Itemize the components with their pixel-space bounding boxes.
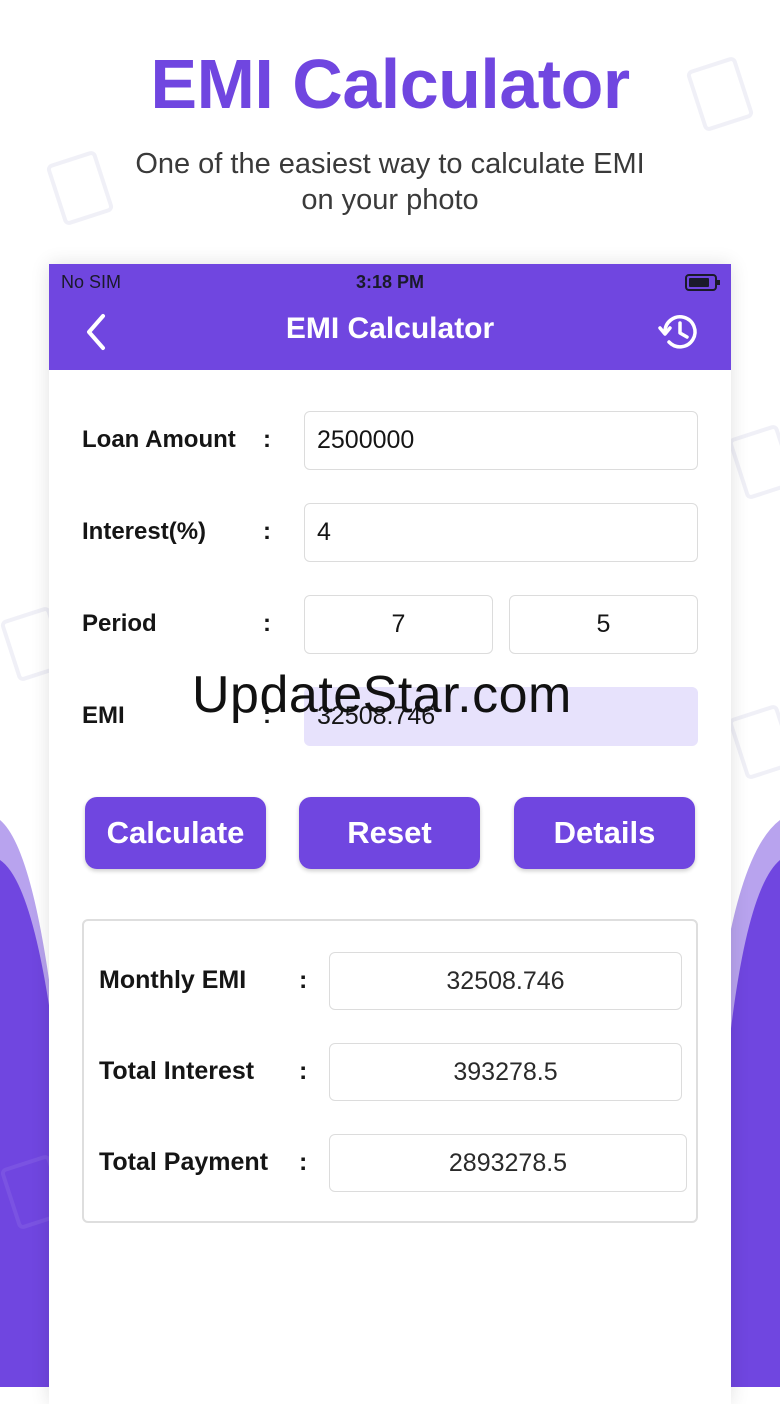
screen-title: EMI Calculator xyxy=(285,312,495,345)
promo-title: EMI Calculator xyxy=(150,45,630,123)
total-payment-colon: : xyxy=(299,1148,308,1176)
interest-input[interactable]: 4 xyxy=(304,503,698,562)
history-icon xyxy=(658,315,697,349)
period-years-input[interactable]: 7 xyxy=(304,595,493,654)
emi-label: EMI xyxy=(82,702,125,729)
total-interest-label: Total Interest xyxy=(99,1057,255,1085)
details-button[interactable]: Details xyxy=(514,797,695,869)
monthly-emi-colon: : xyxy=(299,966,308,994)
loan-amount-label: Loan Amount xyxy=(82,426,236,453)
monthly-emi-value: 32508.746 xyxy=(329,952,682,1010)
app-bar: No SIM 3:18 PM EMI Calculator xyxy=(49,264,731,370)
status-time: 3:18 PM xyxy=(355,272,425,292)
loan-amount-colon: : xyxy=(263,426,271,453)
interest-colon: : xyxy=(263,518,271,545)
total-payment-label: Total Payment xyxy=(99,1148,269,1176)
total-interest-colon: : xyxy=(299,1057,308,1085)
battery-icon xyxy=(685,274,720,291)
period-colon: : xyxy=(263,610,271,637)
phone-screen: No SIM 3:18 PM EMI Calculator Loan Amoun… xyxy=(49,264,731,1404)
loan-amount-input[interactable]: 2500000 xyxy=(304,411,698,470)
total-interest-value: 393278.5 xyxy=(329,1043,682,1101)
monthly-emi-label: Monthly EMI xyxy=(99,966,247,994)
reset-button[interactable]: Reset xyxy=(299,797,480,869)
watermark-text: UpdateStar.com xyxy=(192,666,572,724)
results-panel: Monthly EMI : 32508.746 Total Interest :… xyxy=(82,919,698,1223)
period-months-input[interactable]: 5 xyxy=(509,595,698,654)
total-payment-value: 2893278.5 xyxy=(329,1134,687,1192)
history-button[interactable] xyxy=(655,308,703,356)
promo-subtitle: One of the easiest way to calculate EMI … xyxy=(135,148,645,216)
interest-label: Interest(%) xyxy=(82,518,207,545)
calculate-button[interactable]: Calculate xyxy=(85,797,266,869)
period-label: Period xyxy=(82,610,157,637)
